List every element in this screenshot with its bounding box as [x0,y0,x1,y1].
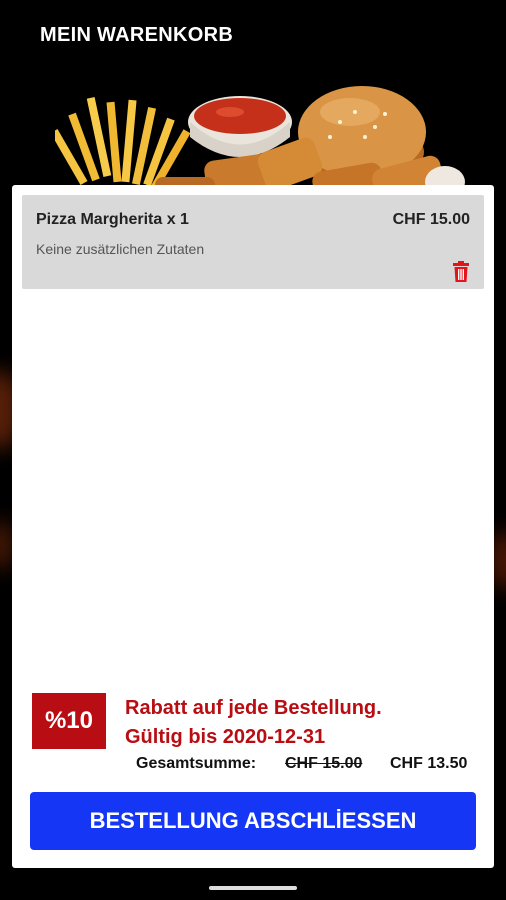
trash-icon[interactable] [452,261,470,283]
cart-panel: Pizza Margherita x 1 CHF 15.00 Keine zus… [12,185,494,868]
cart-item-price: CHF 15.00 [392,211,470,228]
page-title: MEIN WARENKORB [40,24,234,46]
discount-text: Rabatt auf jede Bestellung. Gültig bis 2… [125,694,485,752]
fries-image [55,97,191,190]
home-indicator[interactable] [209,886,297,890]
cart-item: Pizza Margherita x 1 CHF 15.00 Keine zus… [22,195,484,289]
final-total: CHF 13.50 [390,755,468,772]
cart-item-extras: Keine zusätzlichen Zutaten [36,241,205,257]
discount-line-2: Gültig bis 2020-12-31 [125,726,326,748]
discount-line-1: Rabatt auf jede Bestellung. [125,697,382,719]
food-illustration [55,86,465,202]
checkout-button[interactable]: BESTELLUNG ABSCHLİESSEN [30,792,476,850]
total-label: Gesamtsumme: [136,755,257,772]
original-total: CHF 15.00 [285,755,363,772]
cart-item-name: Pizza Margherita x 1 [36,211,189,228]
discount-badge: %10 [32,693,106,749]
